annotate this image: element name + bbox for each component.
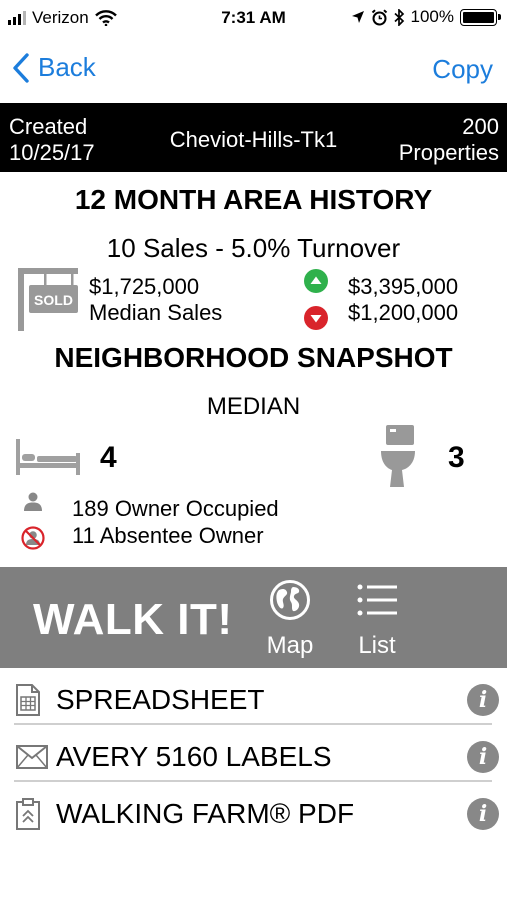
export-row-avery-labels[interactable]: AVERY 5160 LABELS i [14,727,507,784]
walk-it-band: WALK IT! Map List [0,567,507,668]
area-history-summary: 10 Sales - 5.0% Turnover [106,233,401,263]
battery-icon [460,8,501,26]
chevron-left-icon [13,52,29,83]
bluetooth-icon [393,8,404,26]
properties-label: Properties [398,140,499,165]
median-sales-value: $1,725,000 [89,274,200,299]
beds-value: 4 [100,441,117,474]
copy-button[interactable]: Copy [432,54,493,85]
owner-occupied-text: 189 Owner Occupied [72,496,279,521]
clipboard-icon [16,798,40,830]
map-label: Map [266,632,314,659]
bed-icon [16,439,80,475]
battery-percent: 100% [410,7,454,26]
low-sale-value: $1,200,000 [348,300,459,325]
toilet-icon [381,425,415,487]
info-icon[interactable]: i [467,684,499,716]
properties-info: 200 Properties [399,114,499,166]
row-divider [14,780,492,782]
status-bar: Verizon 7:31 AM 100% [0,0,507,36]
down-arrow-icon [304,306,328,330]
row-divider [14,723,492,725]
spreadsheet-icon [16,684,40,716]
export-row-walking-farm-pdf[interactable]: WALKING FARM® PDF i [14,784,507,841]
farm-header: Created 10/25/17 Cheviot-Hills-Tk1 200 P… [0,103,507,172]
up-arrow-icon [304,269,328,293]
list-label: List [358,632,396,659]
absentee-owner-icon [21,526,45,550]
owner-icon [24,492,42,511]
navigation-bar: Back Copy [0,36,507,102]
export-label: SPREADSHEET [56,684,265,715]
walk-it-title: WALK IT! [33,595,233,644]
list-button[interactable]: List [352,579,402,660]
back-button[interactable]: Back [12,52,96,83]
info-icon[interactable]: i [467,741,499,773]
snapshot-subtitle: MEDIAN [206,393,301,420]
sold-sign-icon: SOLD [18,268,78,331]
sold-sign-text: SOLD [34,292,73,308]
export-row-spreadsheet[interactable]: SPREADSHEET i [14,670,507,727]
location-arrow-icon [351,11,364,23]
globe-icon [270,580,310,620]
snapshot-title: NEIGHBORHOOD SNAPSHOT [54,342,453,373]
list-icon [357,584,397,616]
absentee-owner-text: 11 Absentee Owner [72,523,264,548]
back-label: Back [38,52,96,82]
export-label: WALKING FARM® PDF [56,798,355,829]
properties-count: 200 [462,114,499,139]
map-button[interactable]: Map [262,579,318,660]
status-right-group: 100% [351,7,501,27]
envelope-icon [16,745,48,769]
baths-value: 3 [448,441,465,474]
median-sales-label: Median Sales [89,300,223,325]
high-sale-value: $3,395,000 [348,274,459,299]
area-history-title: 12 MONTH AREA HISTORY [74,184,433,215]
export-label: AVERY 5160 LABELS [56,741,332,772]
alarm-icon [371,8,387,25]
info-icon[interactable]: i [467,798,499,830]
